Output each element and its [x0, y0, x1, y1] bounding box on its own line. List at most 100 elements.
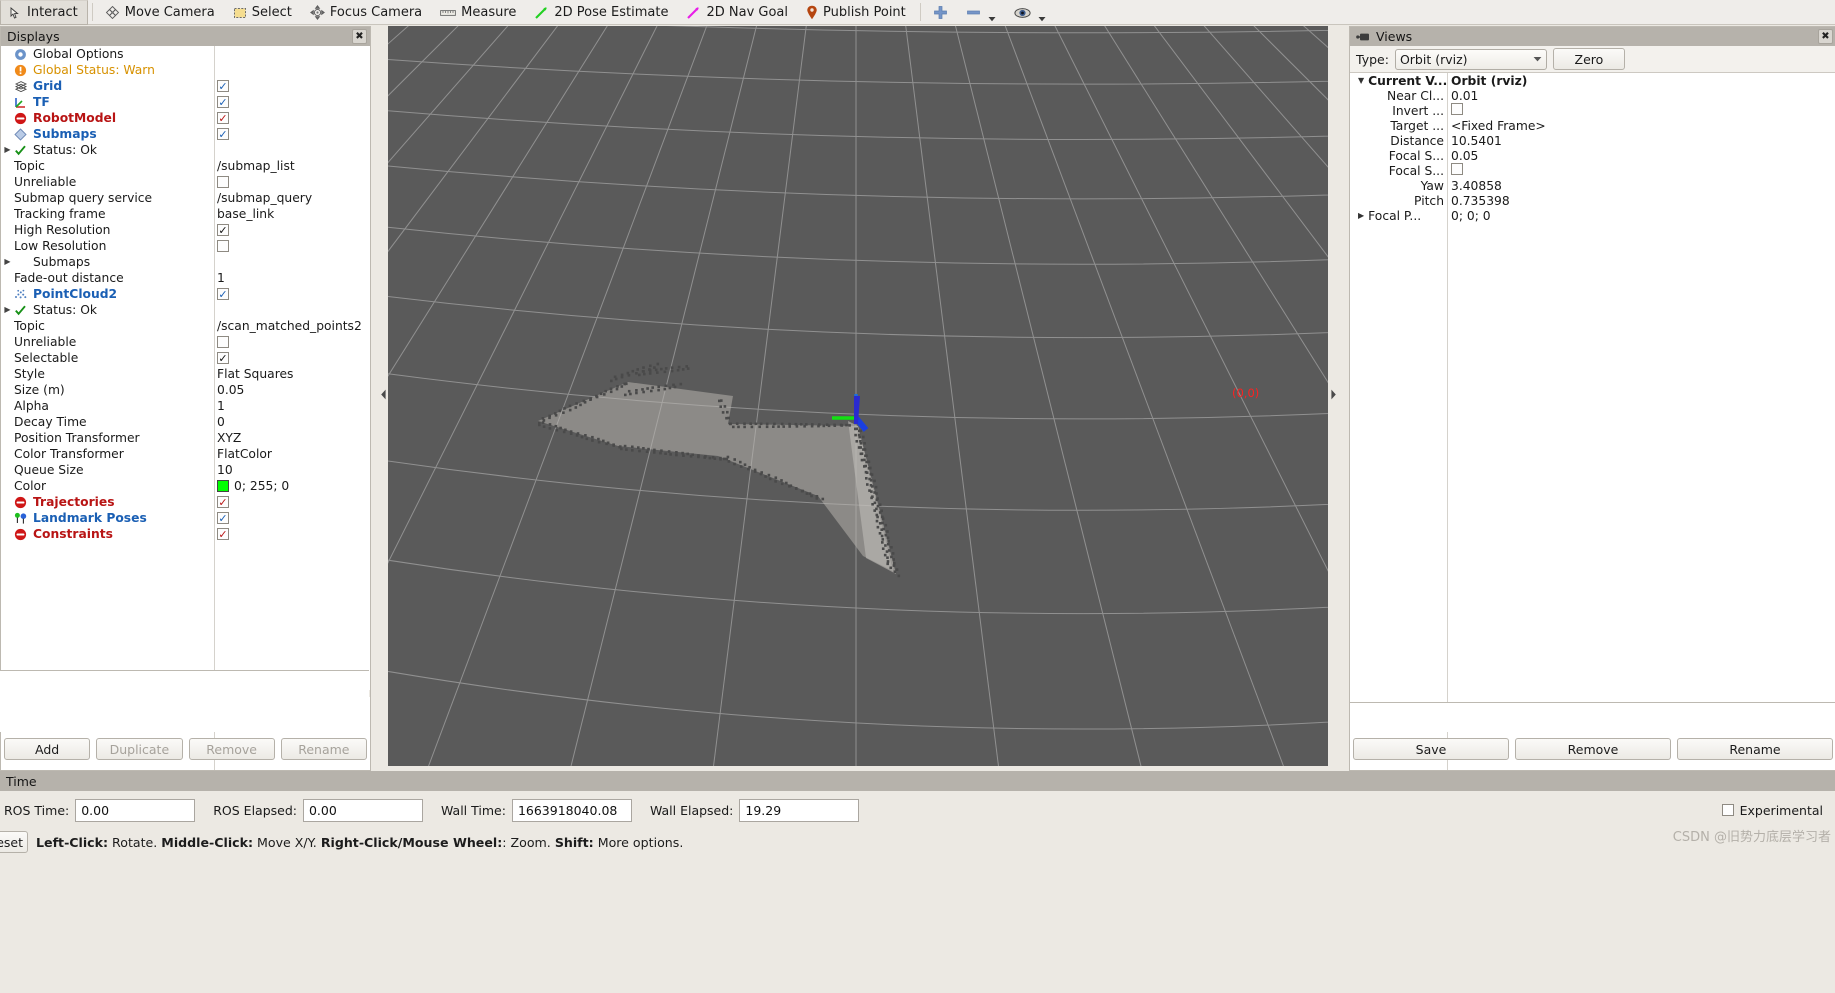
display-row[interactable]: Submap query service/submap_query: [1, 190, 370, 206]
views-row-value-cell[interactable]: [1447, 103, 1835, 118]
display-row-value-cell[interactable]: 10: [214, 463, 370, 477]
display-row-value-cell[interactable]: 1: [214, 399, 370, 413]
display-row[interactable]: ▶ PointCloud2 ✓: [1, 286, 370, 302]
display-row-value-cell[interactable]: ✓: [214, 528, 370, 540]
display-enabled-checkbox[interactable]: ✓: [217, 224, 229, 236]
views-row-value-cell[interactable]: Orbit (rviz): [1447, 74, 1835, 88]
display-row[interactable]: ▶ Global Status: Warn: [1, 62, 370, 78]
display-row[interactable]: ▶ TF ✓: [1, 94, 370, 110]
display-enabled-checkbox[interactable]: [217, 240, 229, 252]
display-row[interactable]: Topic/submap_list: [1, 158, 370, 174]
tool-interact[interactable]: Interact: [0, 0, 88, 25]
display-row-value-cell[interactable]: ✓: [214, 80, 370, 92]
experimental-checkbox[interactable]: [1721, 804, 1734, 816]
display-row[interactable]: Style Flat Squares: [1, 366, 370, 382]
display-row[interactable]: ▶ Landmark Poses ✓: [1, 510, 370, 526]
toolbar-visibility-button[interactable]: [1006, 0, 1056, 25]
display-row[interactable]: Color 0; 255; 0: [1, 478, 370, 494]
display-enabled-checkbox[interactable]: ✓: [217, 96, 229, 108]
tool-focus-camera[interactable]: Focus Camera: [302, 0, 432, 25]
display-row[interactable]: ▶ RobotModel ✓: [1, 110, 370, 126]
right-panel-collapse-handle[interactable]: [1329, 26, 1338, 766]
tool-select[interactable]: Select: [225, 0, 302, 25]
display-enabled-checkbox[interactable]: ✓: [217, 528, 229, 540]
color-swatch[interactable]: [217, 480, 229, 492]
display-row-value-cell[interactable]: ✓: [214, 112, 370, 124]
display-row[interactable]: Low Resolution: [1, 238, 370, 254]
display-row-value-cell[interactable]: 0: [214, 415, 370, 429]
views-tree[interactable]: ▼ Current V... Orbit (rviz) Near Cl... 0.01 I…: [1350, 72, 1835, 770]
display-row[interactable]: ▶ Submaps ✓: [1, 126, 370, 142]
display-row[interactable]: ▶ Submaps: [1, 254, 370, 270]
display-row[interactable]: Topic/scan_matched_points2: [1, 318, 370, 334]
display-row[interactable]: Size (m) 0.05: [1, 382, 370, 398]
display-row[interactable]: Color Transformer FlatColor: [1, 446, 370, 462]
views-save-button[interactable]: Save: [1353, 738, 1509, 760]
views-row-value-cell[interactable]: [1447, 163, 1835, 178]
views-row[interactable]: Focal S...: [1350, 163, 1835, 178]
display-enabled-checkbox[interactable]: ✓: [217, 496, 229, 508]
display-row-value-cell[interactable]: 0; 255; 0: [214, 479, 370, 493]
display-row[interactable]: Queue Size 10: [1, 462, 370, 478]
views-expand-arrow-icon[interactable]: ▶: [1358, 211, 1364, 220]
display-row[interactable]: Fade-out distance 1: [1, 270, 370, 286]
displays-add-button[interactable]: Add: [4, 738, 91, 760]
display-row[interactable]: ▶ Constraints ✓: [1, 526, 370, 542]
display-row-value-cell[interactable]: ✓: [214, 288, 370, 300]
display-row-value-cell[interactable]: Flat Squares: [214, 367, 370, 381]
tool-2d-nav-goal[interactable]: 2D Nav Goal: [678, 0, 798, 25]
display-row[interactable]: ▶ Trajectories ✓: [1, 494, 370, 510]
display-row[interactable]: Selectable ✓: [1, 350, 370, 366]
expand-arrow-icon[interactable]: ▶: [1, 258, 14, 266]
displays-tree[interactable]: ▶ Global Options ▶ Global Status: Warn ▶ Grid…: [1, 46, 370, 770]
views-row-value-cell[interactable]: 0.01: [1447, 89, 1835, 103]
display-row[interactable]: Tracking frame base_link: [1, 206, 370, 222]
left-panel-collapse-handle[interactable]: [379, 26, 388, 766]
display-row[interactable]: ▶ Global Options: [1, 46, 370, 62]
views-close-button[interactable]: ✖: [1818, 29, 1833, 44]
display-row[interactable]: Alpha 1: [1, 398, 370, 414]
display-enabled-checkbox[interactable]: ✓: [217, 512, 229, 524]
display-enabled-checkbox[interactable]: ✓: [217, 112, 229, 124]
display-row[interactable]: ▶ Status: Ok: [1, 302, 370, 318]
views-zero-button[interactable]: Zero: [1552, 48, 1625, 70]
views-checkbox[interactable]: [1451, 163, 1463, 175]
display-row-value-cell[interactable]: [214, 176, 370, 188]
expand-arrow-icon[interactable]: ▶: [1, 306, 14, 314]
display-row[interactable]: ▶ Status: Ok: [1, 142, 370, 158]
display-row[interactable]: ▶ Grid ✓: [1, 78, 370, 94]
views-row[interactable]: Target ... <Fixed Frame>: [1350, 118, 1835, 133]
display-row-value-cell[interactable]: /submap_list: [214, 159, 370, 173]
time-field-input[interactable]: 0.00: [75, 798, 196, 822]
display-row[interactable]: High Resolution ✓: [1, 222, 370, 238]
displays-close-button[interactable]: ✖: [352, 29, 367, 44]
views-row-value-cell[interactable]: 0; 0; 0: [1447, 209, 1835, 223]
display-row-value-cell[interactable]: /submap_query: [214, 191, 370, 205]
views-row-value-cell[interactable]: 10.5401: [1447, 134, 1835, 148]
display-enabled-checkbox[interactable]: ✓: [217, 352, 229, 364]
tool-measure[interactable]: Measure: [432, 0, 526, 25]
expand-arrow-icon[interactable]: ▶: [1, 146, 14, 154]
views-type-combo[interactable]: Orbit (rviz): [1394, 48, 1547, 70]
display-row-value-cell[interactable]: ✓: [214, 96, 370, 108]
display-enabled-checkbox[interactable]: [217, 336, 229, 348]
display-row-value-cell[interactable]: /scan_matched_points2: [214, 319, 370, 333]
toolbar-remove-tool-button[interactable]: [958, 0, 1006, 25]
views-rename-button[interactable]: Rename: [1677, 738, 1833, 760]
toolbar-add-tool-button[interactable]: [925, 0, 958, 25]
views-row-value-cell[interactable]: 3.40858: [1447, 179, 1835, 193]
display-row[interactable]: Position Transformer XYZ: [1, 430, 370, 446]
display-row-value-cell[interactable]: ✓: [214, 224, 370, 236]
views-expand-arrow-icon[interactable]: ▼: [1358, 76, 1364, 85]
views-checkbox[interactable]: [1451, 103, 1463, 115]
views-remove-button[interactable]: Remove: [1515, 738, 1671, 760]
views-row-value-cell[interactable]: 0.05: [1447, 149, 1835, 163]
views-row-value-cell[interactable]: 0.735398: [1447, 194, 1835, 208]
display-enabled-checkbox[interactable]: [217, 176, 229, 188]
display-row-value-cell[interactable]: ✓: [214, 512, 370, 524]
views-row[interactable]: Invert ...: [1350, 103, 1835, 118]
time-field-input[interactable]: 19.29: [739, 798, 860, 822]
reset-button[interactable]: eset: [0, 831, 28, 853]
views-row[interactable]: ▶ Focal P... 0; 0; 0: [1350, 208, 1835, 223]
views-row[interactable]: ▼ Current V... Orbit (rviz): [1350, 73, 1835, 88]
